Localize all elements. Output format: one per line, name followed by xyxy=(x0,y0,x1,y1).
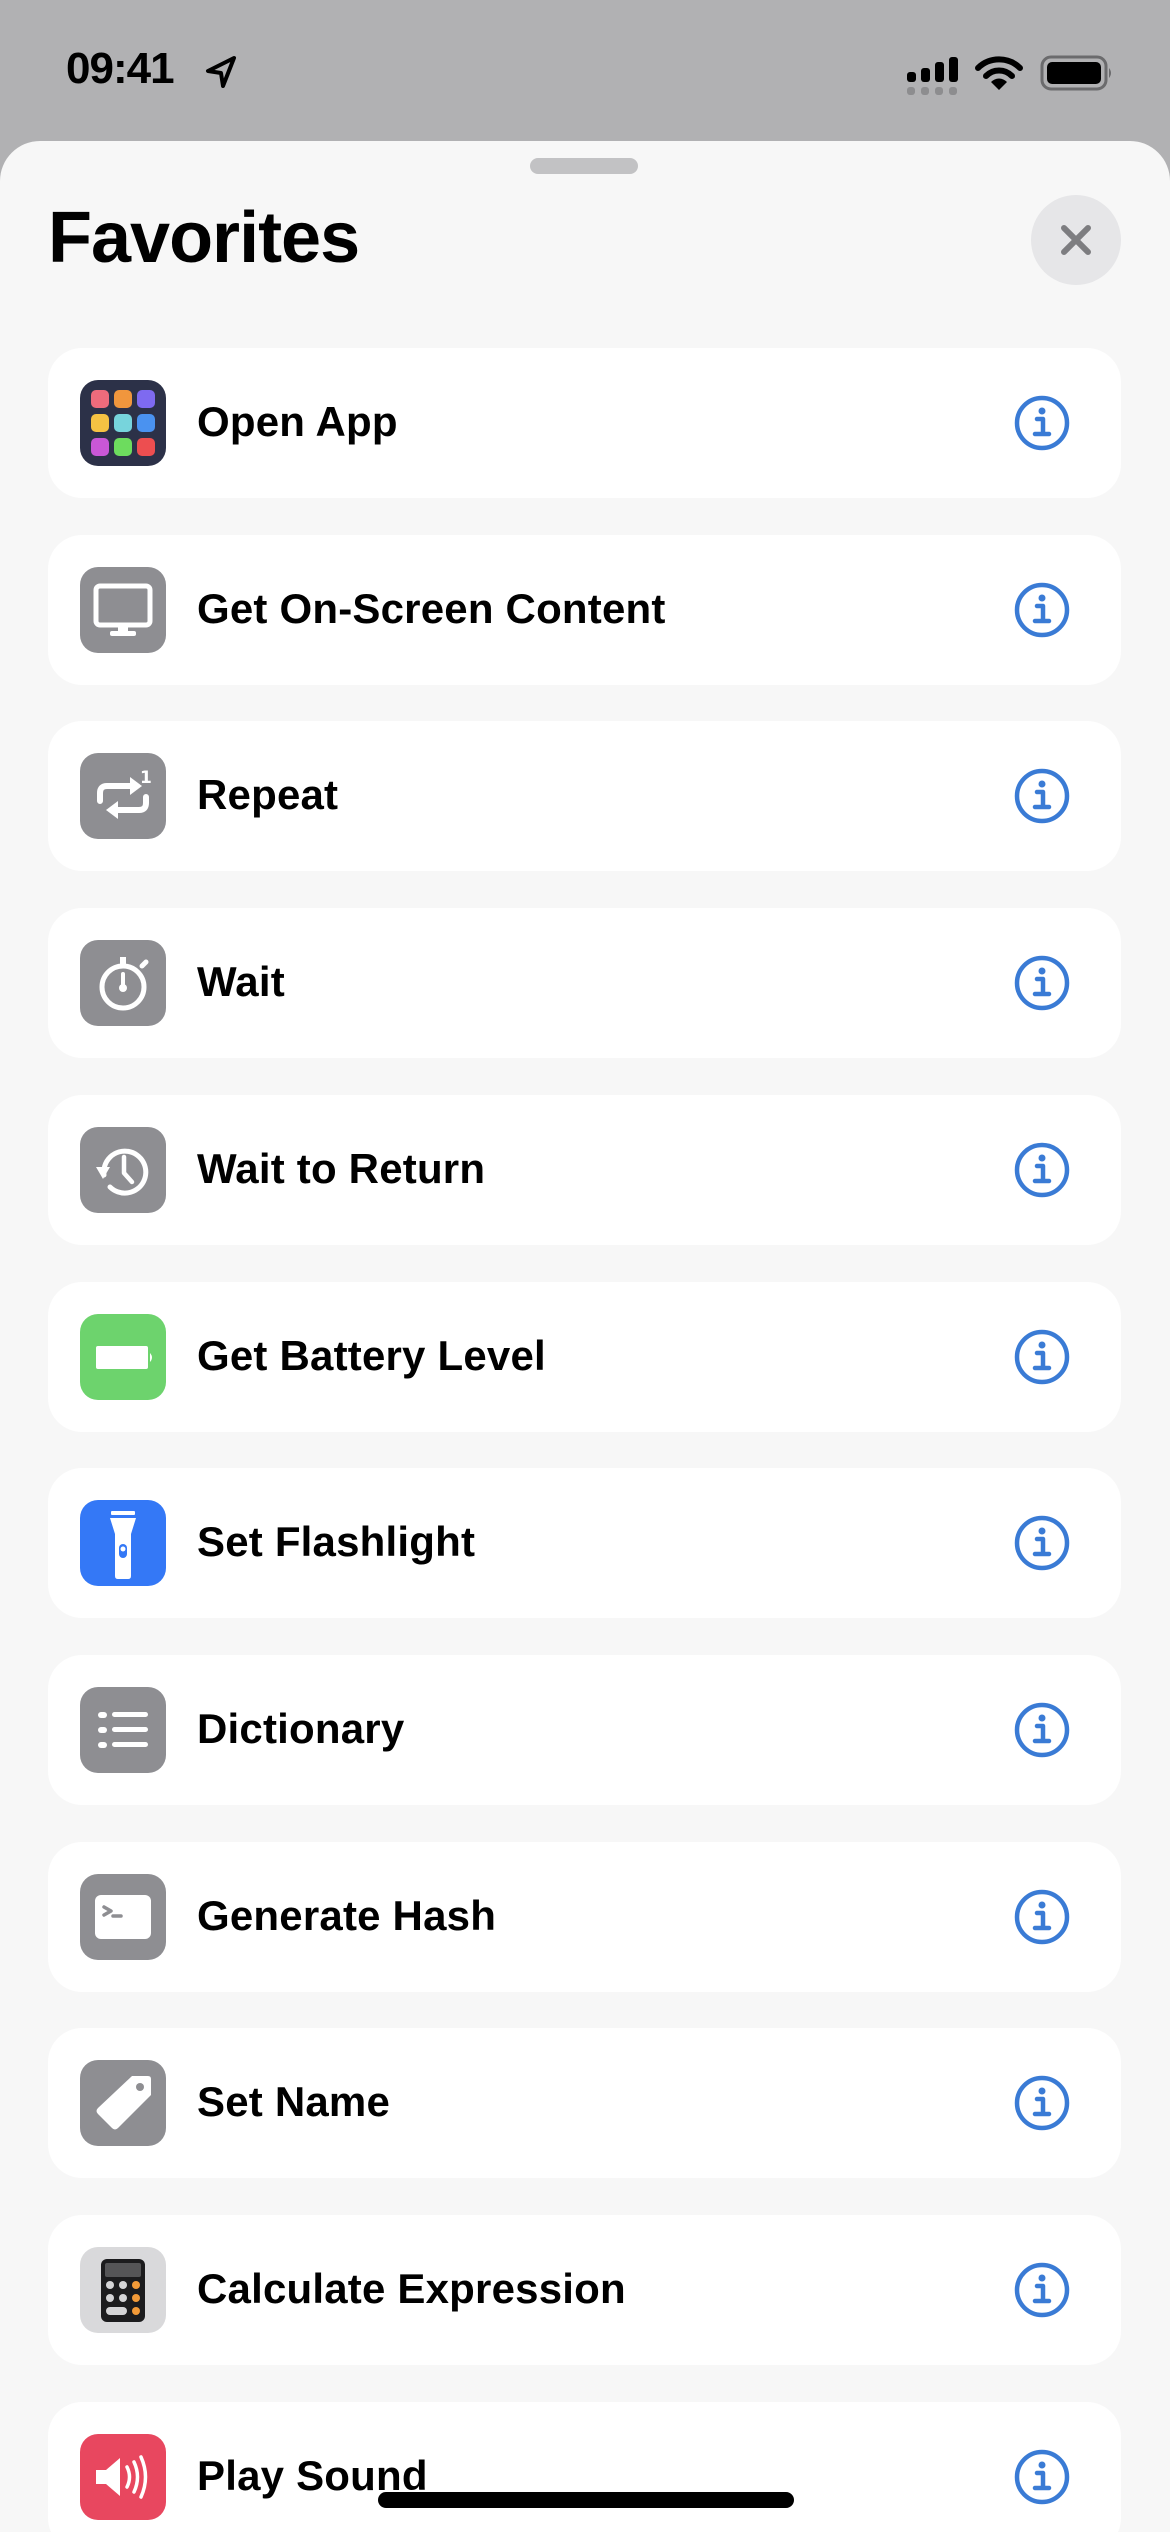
info-button[interactable] xyxy=(1013,1701,1071,1759)
stopwatch-icon xyxy=(80,940,166,1027)
list-item-label: Get Battery Level xyxy=(197,1331,546,1379)
list-item-label: Wait xyxy=(197,958,285,1006)
battery-full-icon xyxy=(1040,55,1111,91)
list-item-wait-to-return[interactable]: Wait to Return xyxy=(48,1094,1121,1245)
calculator-icon xyxy=(80,2247,166,2333)
list-item-set-flashlight[interactable]: Set Flashlight xyxy=(48,1468,1121,1619)
location-arrow-icon xyxy=(206,56,236,88)
close-icon xyxy=(1061,225,1091,255)
list-item-label: Wait to Return xyxy=(197,1144,486,1192)
open-app-icon xyxy=(80,380,166,466)
info-button[interactable] xyxy=(1013,2261,1071,2319)
list-item-label: Dictionary xyxy=(197,1704,405,1752)
svg-text:1: 1 xyxy=(140,768,152,788)
status-time: 09:41 xyxy=(66,44,175,93)
list-icon xyxy=(80,1686,166,1773)
cellular-signal-icon xyxy=(907,57,958,95)
info-icon xyxy=(1014,582,1070,637)
info-button[interactable] xyxy=(1013,2074,1071,2132)
list-item-generate-hash[interactable]: Generate Hash xyxy=(48,1841,1121,1992)
info-button[interactable] xyxy=(1013,581,1071,639)
info-icon xyxy=(1014,955,1070,1011)
list-item-dictionary[interactable]: Dictionary xyxy=(48,1654,1121,1805)
status-bar: 09:41 xyxy=(0,0,1170,140)
list-item-wait[interactable]: Wait xyxy=(48,908,1121,1059)
list-item-get-battery-level[interactable]: Get Battery Level xyxy=(48,1281,1121,1432)
info-icon xyxy=(1014,1329,1070,1384)
info-button[interactable] xyxy=(1013,954,1071,1012)
sheet-title: Favorites xyxy=(48,198,360,278)
info-icon xyxy=(1014,2262,1070,2318)
list-item-open-app[interactable]: Open App xyxy=(48,348,1121,498)
list-item-label: Calculate Expression xyxy=(197,2265,626,2312)
history-clock-icon xyxy=(80,1126,166,1213)
tag-icon xyxy=(80,2060,166,2147)
info-icon xyxy=(1014,1702,1070,1758)
terminal-icon xyxy=(80,1873,166,1960)
info-button[interactable] xyxy=(1013,2448,1071,2506)
list-item-play-sound[interactable]: Play Sound xyxy=(48,2401,1121,2532)
list-item-get-on-screen-content[interactable]: Get On-Screen Content xyxy=(48,534,1121,685)
home-indicator[interactable] xyxy=(378,2492,794,2508)
list-item-set-name[interactable]: Set Name xyxy=(48,2028,1121,2179)
info-button[interactable] xyxy=(1013,394,1071,452)
flashlight-icon xyxy=(80,1500,166,1587)
info-icon xyxy=(1014,769,1070,824)
list-item-repeat[interactable]: 1 Repeat xyxy=(48,721,1121,872)
favorites-sheet: Favorites Open App Get On-Screen Content… xyxy=(0,141,1170,2532)
info-button[interactable] xyxy=(1013,1514,1071,1572)
close-button[interactable] xyxy=(1031,195,1121,285)
info-button[interactable] xyxy=(1013,1888,1071,1946)
info-icon xyxy=(1014,1142,1070,1198)
list-item-label: Repeat xyxy=(197,771,339,819)
info-icon xyxy=(1014,2076,1070,2131)
wifi-icon xyxy=(975,56,1023,90)
info-icon xyxy=(1014,395,1070,451)
info-button[interactable] xyxy=(1013,1328,1071,1386)
list-item-label: Get On-Screen Content xyxy=(197,584,666,632)
info-button[interactable] xyxy=(1013,1141,1071,1199)
info-icon xyxy=(1014,2449,1070,2504)
list-item-label: Open App xyxy=(197,398,398,445)
info-icon xyxy=(1014,1515,1070,1571)
list-item-calculate-expression[interactable]: Calculate Expression xyxy=(48,2215,1121,2365)
info-icon xyxy=(1014,1889,1070,1944)
speaker-icon xyxy=(80,2433,166,2520)
list-item-label: Generate Hash xyxy=(197,1891,497,1939)
sheet-grabber[interactable] xyxy=(530,158,638,174)
repeat-icon: 1 xyxy=(80,753,166,840)
monitor-icon xyxy=(80,566,166,653)
battery-icon xyxy=(80,1313,166,1400)
list-item-label: Set Name xyxy=(197,2078,391,2126)
info-button[interactable] xyxy=(1013,767,1071,825)
list-item-label: Set Flashlight xyxy=(197,1518,476,1566)
